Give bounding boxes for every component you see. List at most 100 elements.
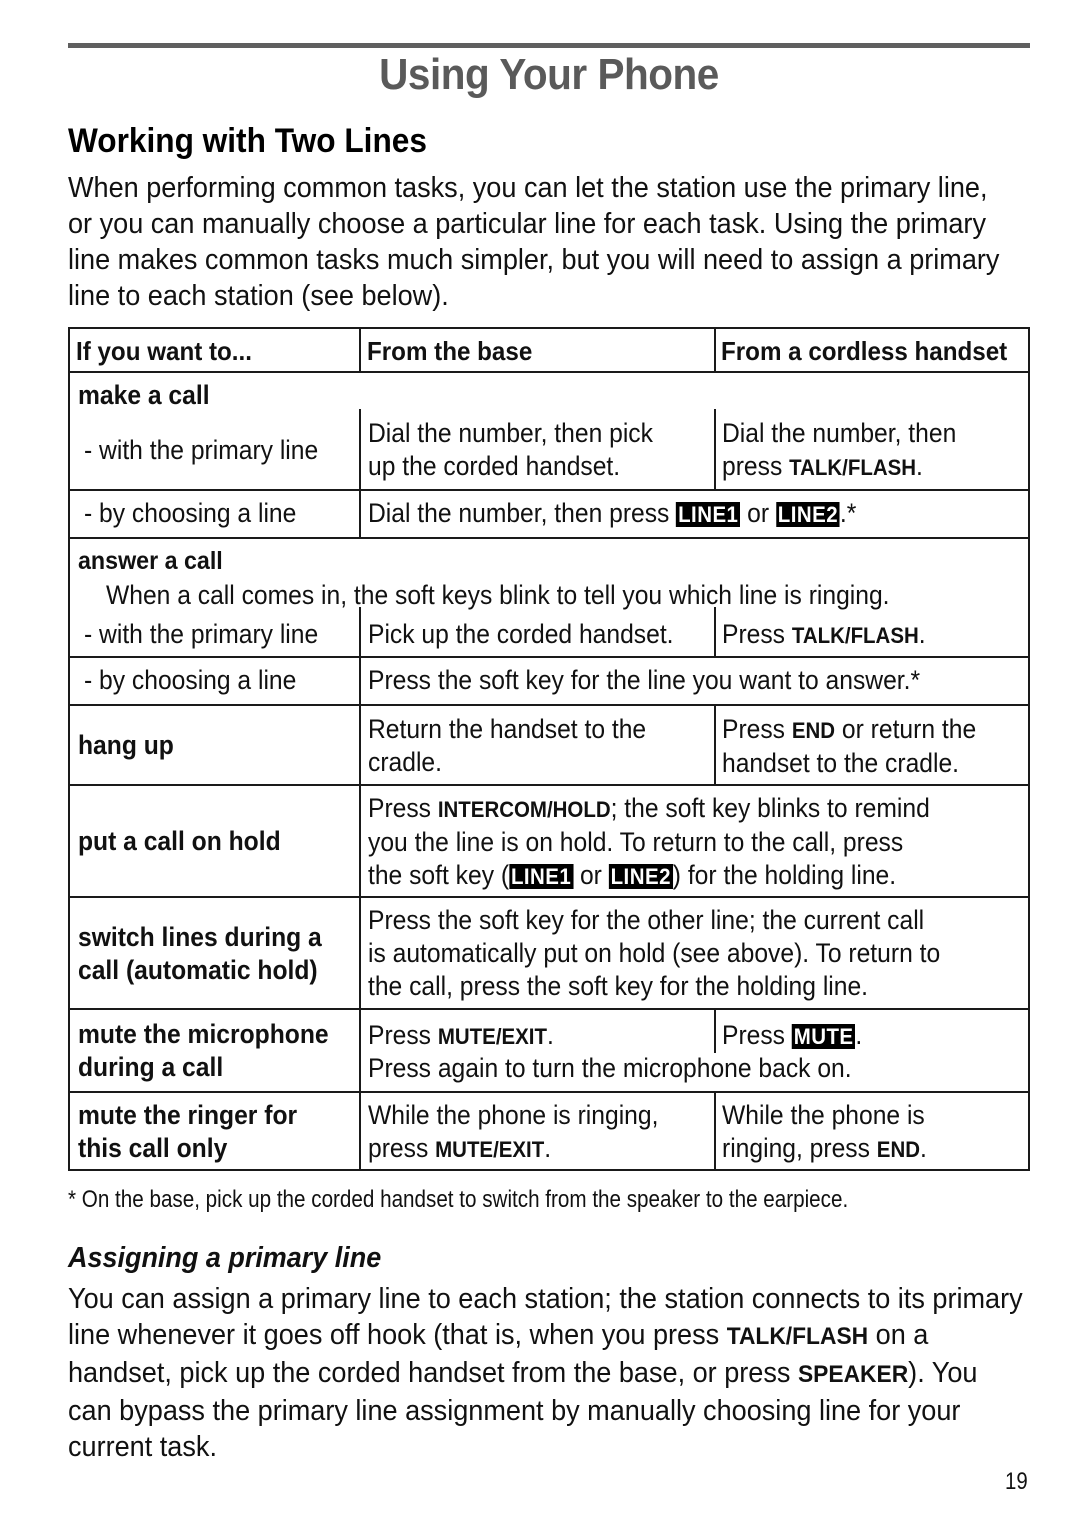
text-line: the call, press the soft key for the hol… (368, 971, 869, 1001)
row-divider (70, 1008, 1028, 1010)
text-line: cradle. (368, 747, 442, 777)
task-answer-call: answer a call (78, 547, 223, 575)
text: the soft key ( (368, 860, 510, 890)
text-line: switch lines during a (78, 922, 322, 952)
key-end: END (791, 718, 836, 743)
key-speaker: SPEAKER (797, 1361, 909, 1388)
row-divider (70, 1091, 1028, 1093)
row-divider (70, 371, 1028, 373)
handset-instruction: While the phone is ringing, press END. (722, 1099, 927, 1166)
col-divider (714, 329, 716, 371)
key-mute-exit: MUTE/EXIT (435, 1137, 545, 1162)
row-divider (70, 704, 1028, 706)
text-line: Press END or return the (722, 713, 976, 747)
text-line: during a call (78, 1052, 224, 1082)
text-line: mute the microphone (78, 1019, 329, 1049)
task-mute-mic: mute the microphone during a call (78, 1018, 329, 1084)
handset-instruction: Press END or return the handset to the c… (722, 713, 976, 780)
subtask-primary-line: - with the primary line (84, 619, 319, 649)
task-switch-lines: switch lines during a call (automatic ho… (78, 921, 322, 987)
text: .* (839, 498, 857, 528)
col-divider (714, 607, 716, 656)
text: . (920, 1133, 927, 1163)
base-instruction: While the phone is ringing, press MUTE/E… (368, 1099, 658, 1166)
answer-note: When a call comes in, the soft keys blin… (106, 580, 890, 610)
two-lines-table: If you want to... From the base From a c… (68, 327, 1030, 1171)
text: Press (722, 1020, 792, 1050)
softkey-line1: LINE1 (509, 864, 574, 889)
subsection-title: Assigning a primary line (68, 1242, 382, 1274)
shared-instruction: Press INTERCOM/HOLD; the soft key blinks… (368, 792, 930, 893)
text-line: this call only (78, 1133, 228, 1163)
shared-instruction: Dial the number, then press LINE1 or LIN… (368, 497, 856, 531)
text-line: Press INTERCOM/HOLD; the soft key blinks… (368, 792, 930, 826)
header-rule (68, 43, 1030, 48)
base-instruction: Pick up the corded handset. (368, 619, 674, 649)
row-divider (70, 896, 1028, 898)
text: or return the (835, 714, 977, 744)
shared-instruction: Press again to turn the microphone back … (368, 1053, 852, 1083)
base-instruction: Dial the number, then pick up the corded… (368, 417, 653, 483)
subtask-primary-line: - with the primary line (84, 435, 319, 465)
text-line: is automatically put on hold (see above)… (368, 938, 941, 968)
text-line: ringing, press END. (722, 1132, 927, 1166)
text: Press (368, 1020, 438, 1050)
assign-paragraph: You can assign a primary line to each st… (68, 1281, 1028, 1465)
handset-instruction: Dial the number, then press TALK/FLASH. (722, 417, 956, 484)
row-divider (70, 656, 1028, 658)
section-title: Working with Two Lines (68, 122, 427, 160)
page-number: 19 (1005, 1468, 1028, 1495)
col-divider (359, 409, 361, 537)
row-divider (70, 489, 1028, 491)
subtask-choose-line: - by choosing a line (84, 665, 297, 695)
task-mute-ringer: mute the ringer for this call only (78, 1099, 297, 1165)
intro-paragraph: When performing common tasks, you can le… (68, 172, 1000, 312)
key-talk-flash: TALK/FLASH (789, 455, 917, 480)
key-mute-exit: MUTE/EXIT (437, 1024, 547, 1049)
key-talk-flash: TALK/FLASH (791, 623, 919, 648)
text: Press (722, 714, 792, 744)
text: Press (722, 619, 792, 649)
col-divider (359, 329, 361, 371)
shared-instruction: Press the soft key for the other line; t… (368, 904, 940, 1003)
text: ringing, press (722, 1133, 877, 1163)
text: ) for the holding line. (672, 860, 897, 890)
text: . (855, 1020, 863, 1050)
text: Press (368, 793, 438, 823)
text-line: press TALK/FLASH. (722, 450, 956, 484)
softkey-line2: LINE2 (775, 502, 840, 527)
col-divider (714, 409, 716, 489)
footnote: * On the base, pick up the corded handse… (68, 1186, 849, 1213)
task-hang-up: hang up (78, 730, 174, 760)
key-end: END (876, 1137, 921, 1162)
text-line: While the phone is (722, 1100, 925, 1130)
col-divider (714, 704, 716, 784)
text: ; the soft key blinks to remind (610, 793, 930, 823)
handset-instruction: Press TALK/FLASH. (722, 618, 926, 652)
text-line: Return the handset to the (368, 714, 647, 744)
text: or (740, 498, 776, 528)
text-line: call (automatic hold) (78, 955, 318, 985)
task-hold: put a call on hold (78, 826, 281, 856)
text: or (573, 860, 609, 890)
task-make-call: make a call (78, 380, 210, 410)
col-divider (359, 704, 361, 1091)
text-line: up the corded handset. (368, 451, 621, 481)
header-task: If you want to... (76, 336, 252, 366)
key-intercom-hold: INTERCOM/HOLD (437, 797, 611, 822)
text-line: the soft key (LINE1 or LINE2) for the ho… (368, 859, 930, 893)
shared-instruction: Press the soft key for the line you want… (368, 665, 921, 695)
header-handset: From a cordless handset (721, 336, 1008, 366)
text-line: handset to the cradle. (722, 748, 960, 778)
softkey-mute: MUTE (791, 1024, 856, 1049)
col-divider (714, 1008, 716, 1053)
text: press (722, 451, 790, 481)
text: . (546, 1020, 554, 1050)
page-title: Using Your Phone (379, 50, 719, 99)
handset-instruction: Press MUTE. (722, 1019, 862, 1053)
text: . (918, 619, 926, 649)
text-line: press MUTE/EXIT. (368, 1132, 658, 1166)
text: . (916, 451, 923, 481)
base-instruction: Return the handset to the cradle. (368, 713, 646, 779)
header-base: From the base (367, 336, 533, 366)
